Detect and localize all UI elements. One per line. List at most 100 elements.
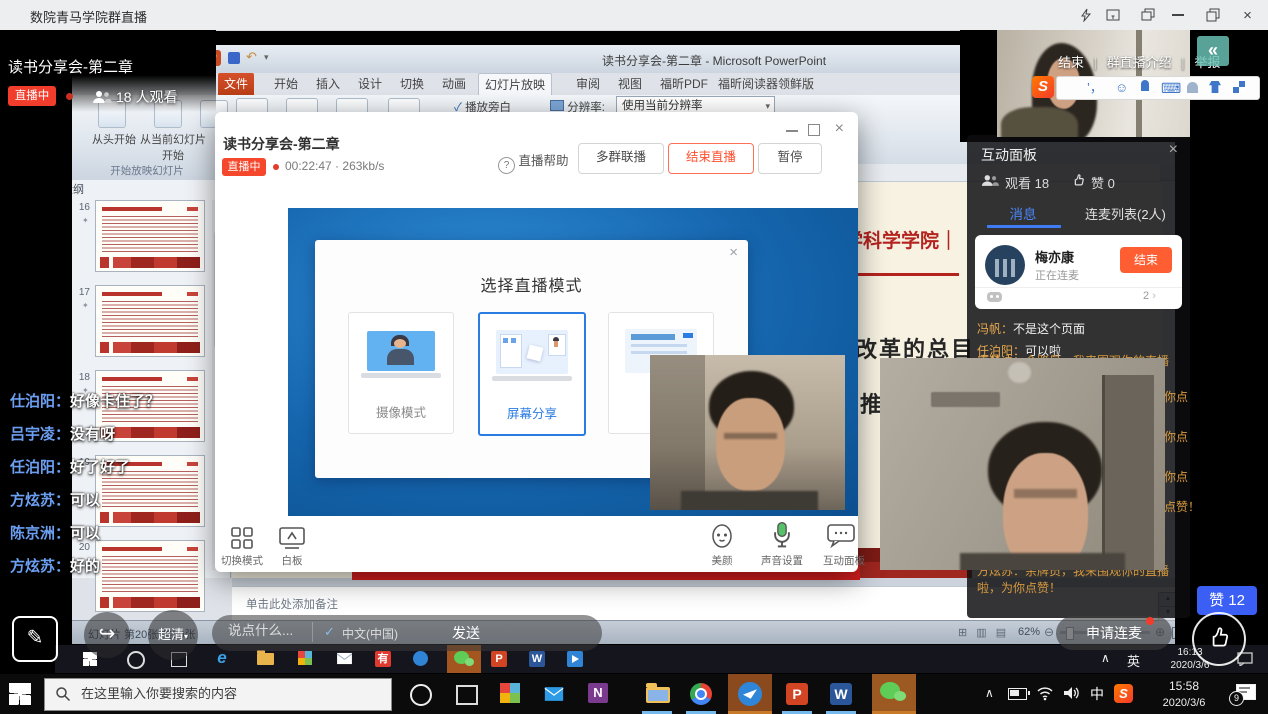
beauty-label[interactable]: 美颜 — [700, 553, 744, 568]
whiteboard-label[interactable]: 白板 — [275, 553, 309, 568]
tray-chevron-icon[interactable]: ∧ — [1101, 651, 1110, 665]
word-taskbar-icon[interactable]: W — [830, 683, 852, 705]
quality-button[interactable]: 超清▾ — [148, 610, 198, 660]
end-link[interactable]: 结束 — [1058, 55, 1084, 70]
speaker-icon[interactable] — [1062, 685, 1080, 701]
tab-review[interactable]: 审阅 — [570, 73, 606, 95]
store-icon[interactable] — [500, 683, 520, 703]
from-current-label[interactable]: 从当前幻灯片开始 — [130, 131, 216, 163]
ime-keyboard-icon[interactable]: ⌨ — [1161, 80, 1181, 97]
chat-input[interactable] — [226, 622, 310, 639]
live-help-link[interactable]: ? 直播帮助 — [498, 150, 569, 174]
slide-thumbnail-20[interactable] — [95, 540, 205, 612]
sound-settings-label[interactable]: 声音设置 — [755, 553, 809, 568]
chrome-icon[interactable] — [690, 683, 712, 705]
cascade-windows-icon[interactable] — [1141, 8, 1156, 22]
bolt-icon[interactable] — [1079, 8, 1093, 22]
minimize-icon[interactable] — [1172, 14, 1184, 16]
view-mode-icons[interactable]: ⊞ ▥ ▤ — [958, 626, 1009, 639]
cortana-icon[interactable] — [410, 684, 432, 706]
tab-design[interactable]: 设计 — [352, 73, 388, 95]
cortana-icon[interactable] — [127, 651, 145, 669]
stream-maximize-icon[interactable] — [808, 124, 820, 136]
ime-language[interactable]: 中文(中国) — [342, 625, 398, 642]
file-explorer-icon[interactable] — [646, 687, 670, 703]
taskbar-search[interactable] — [44, 678, 392, 711]
group-live-intro-link[interactable]: 群直播介绍 — [1107, 55, 1172, 70]
youdao-icon[interactable]: 有 — [375, 651, 391, 667]
edge-icon[interactable]: e — [213, 648, 231, 668]
tray-chevron-icon[interactable]: ∧ — [985, 686, 994, 700]
tab-messages[interactable]: 消息 — [995, 203, 1051, 223]
video-app-icon[interactable] — [567, 651, 583, 667]
save-icon[interactable] — [228, 52, 240, 64]
tab-animations[interactable]: 动画 — [436, 73, 472, 95]
ime-emoji-icon[interactable]: ☺ — [1115, 80, 1128, 95]
tab-insert[interactable]: 插入 — [310, 73, 346, 95]
close-icon[interactable]: × — [1240, 8, 1255, 23]
share-button[interactable]: ↪ — [84, 612, 130, 658]
powerpoint-taskbar-icon[interactable]: P — [491, 651, 507, 667]
tab-home[interactable]: 开始 — [268, 73, 304, 95]
pause-button[interactable]: 暂停 — [758, 143, 822, 174]
search-input[interactable] — [79, 685, 373, 702]
battery-icon[interactable] — [1008, 688, 1027, 700]
ime-grid-icon[interactable] — [1233, 81, 1245, 93]
mail-icon[interactable] — [336, 652, 353, 665]
inner-ime-indicator[interactable]: 英 — [1127, 651, 1140, 670]
wifi-icon[interactable] — [1036, 685, 1054, 701]
ime-mode-indicator[interactable]: 中 — [1090, 684, 1104, 704]
undo-icon[interactable]: ↶ — [246, 49, 257, 65]
action-center-icon[interactable]: 9 — [1236, 684, 1256, 700]
whiteboard-icon[interactable] — [279, 527, 305, 549]
mode-camera-card[interactable]: 摄像模式 — [348, 312, 454, 434]
quickaccess-caret-icon[interactable]: ▾ — [264, 52, 269, 63]
ime-mic-icon[interactable] — [1141, 80, 1149, 91]
zoom-level[interactable]: 62% — [1018, 626, 1040, 638]
ime-skin-icon[interactable] — [1187, 82, 1198, 93]
clock[interactable]: 15:582020/3/6 — [1145, 679, 1223, 710]
ime-shirt-icon[interactable] — [1209, 81, 1221, 93]
word-taskbar-icon[interactable]: W — [529, 651, 545, 667]
panel-close-icon[interactable]: × — [1169, 141, 1178, 159]
stream-minimize-icon[interactable] — [786, 130, 798, 132]
tab-mic-list[interactable]: 连麦列表(2人) — [1085, 204, 1166, 223]
beauty-icon[interactable] — [709, 523, 735, 549]
send-button[interactable]: 发送 — [452, 623, 480, 643]
notes-button[interactable]: ✎ — [12, 616, 58, 662]
multi-group-button[interactable]: 多群联播 — [578, 143, 664, 174]
app-ball-icon[interactable] — [413, 651, 428, 666]
powerpoint-taskbar-icon[interactable]: P — [786, 683, 808, 705]
onenote-icon[interactable]: N — [588, 683, 608, 703]
tab-foxit-reader[interactable]: 福昕阅读器领鲜版 — [712, 73, 820, 95]
mic-count[interactable]: 2 › — [1143, 290, 1156, 302]
switch-mode-icon[interactable] — [230, 526, 254, 550]
dialog-close-icon[interactable]: × — [729, 244, 738, 261]
sound-settings-icon[interactable] — [771, 521, 793, 549]
task-view-icon[interactable] — [456, 685, 478, 705]
wechat-active[interactable] — [872, 674, 916, 714]
like-button[interactable] — [1192, 612, 1246, 666]
end-live-button[interactable]: 结束直播 — [668, 143, 754, 174]
store-icon[interactable] — [298, 651, 312, 665]
tab-slideshow[interactable]: 幻灯片放映 — [478, 73, 552, 96]
mail-icon[interactable] — [543, 686, 565, 702]
end-mic-button[interactable]: 结束 — [1120, 247, 1172, 273]
interaction-panel-label[interactable]: 互动面板 — [817, 553, 871, 568]
pin-window-icon[interactable] — [1106, 8, 1121, 22]
controller-icon[interactable] — [987, 292, 1002, 302]
stream-close-icon[interactable]: × — [835, 120, 844, 138]
switch-mode-label[interactable]: 切换模式 — [220, 553, 264, 568]
ime-punct-icon[interactable]: ’， — [1087, 77, 1103, 96]
tab-file[interactable]: 文件 — [218, 73, 254, 95]
sogou-logo-icon[interactable]: S — [1032, 76, 1054, 98]
restore-icon[interactable] — [1206, 8, 1220, 22]
zoom-out-icon[interactable]: ⊖ — [1044, 625, 1054, 639]
start-button[interactable] — [9, 683, 31, 705]
tab-foxit-pdf[interactable]: 福昕PDF — [654, 73, 714, 95]
bird-app-active[interactable] — [728, 674, 772, 714]
tab-transitions[interactable]: 切换 — [394, 73, 430, 95]
slide-thumbnail-16[interactable] — [95, 200, 205, 272]
slide-thumbnail-17[interactable] — [95, 285, 205, 357]
file-explorer-icon[interactable] — [257, 653, 274, 665]
